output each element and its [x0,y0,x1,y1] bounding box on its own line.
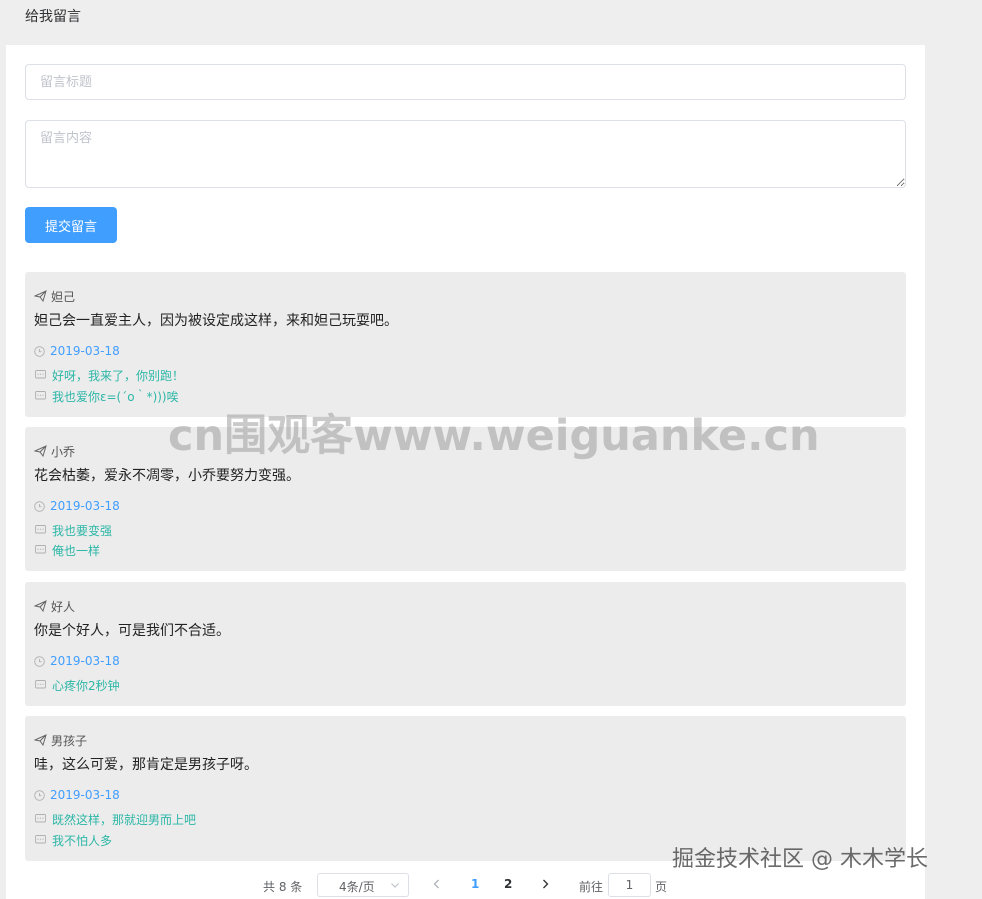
pagination: 共 8 条 4条/页 1 2 前往 页 [6,872,925,898]
page-size-select[interactable]: 4条/页 [317,873,409,897]
reply-item: 心疼你2秒钟 [35,677,120,693]
comment-icon [35,835,46,844]
reply-text: 我也要变强 [52,523,113,538]
watermark-center: cn围观客www.weiguanke.cn [168,411,820,461]
clock-icon [34,345,45,357]
paper-plane-icon [34,600,47,612]
reply-item: 我也爱你ε=(´ο｀*)))唉 [35,388,179,404]
comment-icon [35,525,46,534]
message-author: 小乔 [34,443,75,459]
reply-item: 俺也一样 [35,542,100,558]
clock-icon [34,655,45,667]
comment-icon [35,391,46,400]
clock-icon [34,500,45,512]
author-name: 妲己 [51,289,76,304]
author-name: 男孩子 [51,733,88,748]
page-unit-label: 页 [655,880,668,894]
watermark-corner: 掘金技术社区 @ 木木学长 [672,847,928,872]
comment-icon [35,814,46,823]
prev-page-icon[interactable] [431,878,443,890]
comment-icon [35,680,46,689]
next-page-icon[interactable] [539,878,551,890]
reply-item: 好呀，我来了，你别跑！ [35,367,184,383]
message-content: 你是个好人，可是我们不合适。 [34,623,230,639]
message-date: 2019-03-18 [34,653,120,669]
goto-label: 前往 [579,880,604,894]
reply-text: 既然这样，那就迎男而上吧 [52,812,197,827]
message-date: 2019-03-18 [34,343,120,359]
comment-icon [35,370,46,379]
reply-item: 我也要变强 [35,522,112,538]
comment-icon [35,545,46,554]
goto-page-input[interactable] [608,873,651,897]
chevron-down-icon [391,883,399,888]
message-card: 好人 你是个好人，可是我们不合适。 2019-03-18 心疼你2秒钟 [25,582,906,706]
message-content: 妲己会一直爱主人，因为被设定成这样，来和妲己玩耍吧。 [34,313,398,329]
date-text: 2019-03-18 [50,499,120,513]
date-text: 2019-03-18 [50,344,120,358]
message-panel: 提交留言 妲己 妲己会一直爱主人，因为被设定成这样，来和妲己玩耍吧。 2019-… [6,45,925,899]
page-number-1[interactable]: 1 [471,877,479,891]
reply-item: 我不怕人多 [35,832,112,848]
message-date: 2019-03-18 [34,787,120,803]
pagination-total: 共 8 条 [263,880,303,894]
submit-message-button[interactable]: 提交留言 [25,207,117,243]
author-name: 好人 [51,599,76,614]
message-date: 2019-03-18 [34,498,120,514]
paper-plane-icon [34,445,47,457]
message-title-input[interactable] [25,64,906,100]
reply-text: 心疼你2秒钟 [52,678,120,693]
message-content-textarea[interactable] [25,120,906,188]
message-author: 好人 [34,598,75,614]
message-content: 花会枯萎，爱永不凋零，小乔要努力变强。 [34,468,300,484]
message-card: 妲己 妲己会一直爱主人，因为被设定成这样，来和妲己玩耍吧。 2019-03-18… [25,272,906,417]
reply-item: 既然这样，那就迎男而上吧 [35,811,196,827]
paper-plane-icon [34,290,47,302]
paper-plane-icon [34,734,47,746]
page-size-value: 4条/页 [339,880,375,894]
clock-icon [34,789,45,801]
page-number-2[interactable]: 2 [504,877,512,891]
message-author: 男孩子 [34,732,87,748]
author-name: 小乔 [51,444,76,459]
message-author: 妲己 [34,288,75,304]
page-title: 给我留言 [25,9,81,25]
message-content: 哇，这么可爱，那肯定是男孩子呀。 [34,757,258,773]
reply-text: 我也爱你ε=(´ο｀*)))唉 [52,389,179,404]
reply-text: 俺也一样 [52,543,101,558]
message-card: 男孩子 哇，这么可爱，那肯定是男孩子呀。 2019-03-18 既然这样，那就迎… [25,716,906,861]
date-text: 2019-03-18 [50,788,120,802]
reply-text: 我不怕人多 [52,833,113,848]
reply-text: 好呀，我来了，你别跑！ [52,368,185,383]
date-text: 2019-03-18 [50,654,120,668]
